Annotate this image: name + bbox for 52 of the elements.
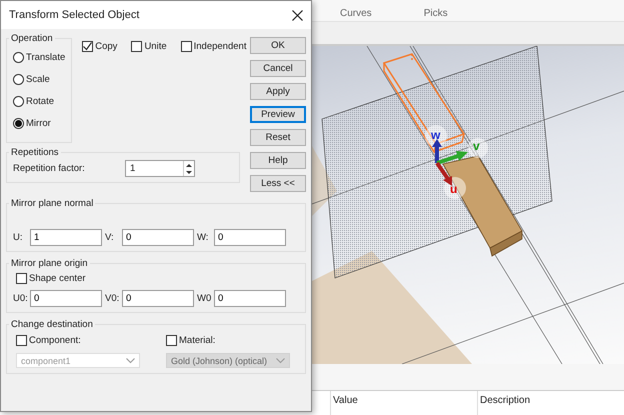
up-arrow-icon[interactable] [184, 162, 194, 168]
chevron-down-icon [126, 358, 135, 364]
ribbon-group-label: Picks [424, 8, 448, 21]
input-field[interactable]: 0 [122, 229, 194, 246]
checkbox[interactable] [131, 41, 142, 52]
input-field[interactable]: 0 [122, 290, 194, 307]
field-label: V: [105, 232, 115, 243]
radio-option[interactable]: Scale [13, 68, 66, 90]
field-label: U: [13, 232, 24, 243]
dialog-button[interactable]: Apply [250, 83, 306, 100]
group-label: Mirror plane normal [10, 198, 94, 209]
down-arrow-icon[interactable] [184, 168, 194, 176]
input-field[interactable]: 1 [30, 229, 102, 246]
column-header[interactable]: Value [330, 391, 477, 415]
checkbox[interactable] [82, 41, 94, 52]
group-label: Change destination [10, 319, 94, 330]
field-label: W: [197, 232, 210, 243]
group-label: Mirror plane origin [10, 258, 89, 269]
checkbox[interactable] [180, 41, 192, 52]
radio-option[interactable]: Mirror [13, 112, 66, 134]
field-label: Repetition factor: [13, 163, 85, 174]
dialog-button[interactable]: OK [250, 37, 306, 54]
close-icon[interactable] [292, 10, 303, 20]
dialog-button[interactable]: Reset [250, 129, 306, 146]
radio-button[interactable] [13, 74, 24, 84]
group-label: Operation [10, 33, 54, 44]
dialog-button[interactable]: Less << [250, 175, 306, 192]
column-header[interactable]: Description [477, 391, 624, 415]
checkbox[interactable] [16, 273, 27, 284]
input-field[interactable]: 0 [30, 290, 102, 307]
axis-label: v [473, 139, 480, 153]
spin-field[interactable]: 1 [125, 160, 195, 177]
dialog-button[interactable]: Cancel [250, 60, 306, 77]
input-field[interactable]: 0 [214, 229, 286, 246]
checkbox-option[interactable]: Shape center [13, 271, 299, 284]
radio-button[interactable] [13, 96, 24, 106]
dialog-button[interactable]: Preview [250, 106, 306, 123]
input-field[interactable]: 0 [214, 290, 286, 307]
group-label: Repetitions [10, 147, 60, 158]
radio-option[interactable]: Translate [13, 46, 66, 68]
axis-label: w [431, 128, 440, 142]
radio-option[interactable]: Rotate [13, 90, 66, 112]
radio-button[interactable] [13, 52, 24, 62]
window-title: Transform Selected Object [9, 9, 140, 21]
radio-button[interactable] [13, 118, 24, 128]
field-label: V0: [105, 293, 119, 304]
ribbon-group-label: Curves [340, 8, 372, 21]
chevron-down-icon [276, 358, 285, 364]
dialog-button[interactable]: Help [250, 152, 306, 169]
axis-label: u [450, 182, 458, 196]
field-label: U0: [13, 293, 27, 304]
field-label: W0 [197, 293, 211, 304]
